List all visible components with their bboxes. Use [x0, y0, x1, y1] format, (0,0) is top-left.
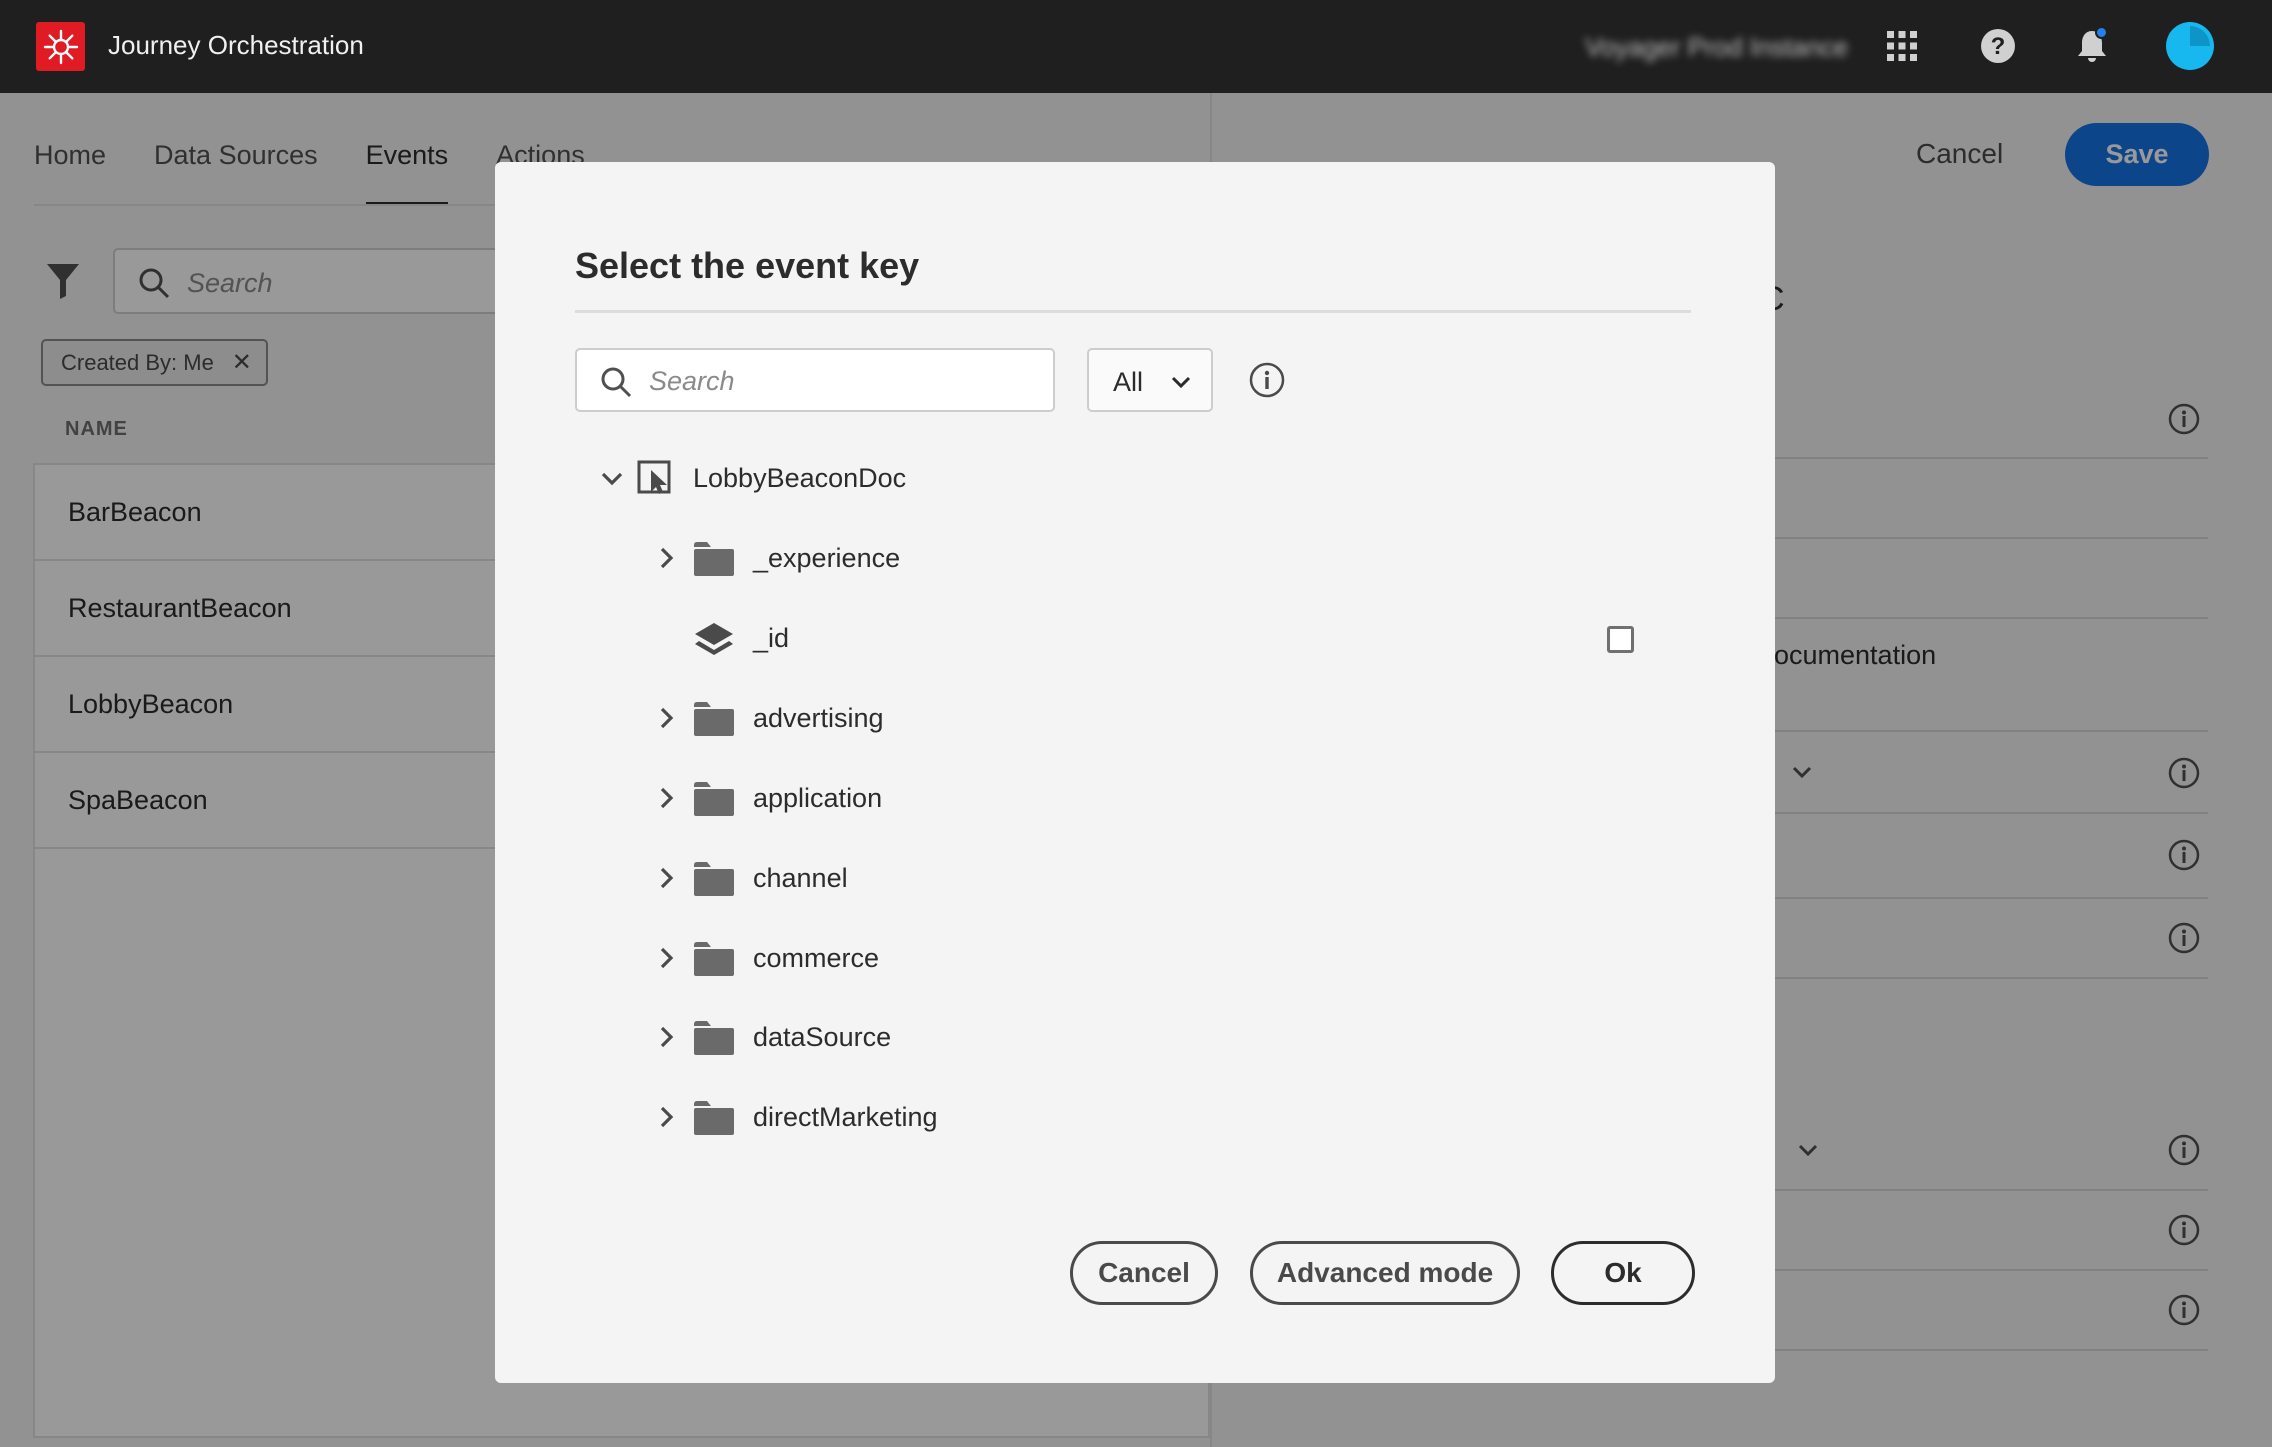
tree-node-label: advertising	[753, 702, 884, 733]
search-icon	[599, 365, 633, 404]
folder-icon	[693, 701, 735, 736]
tree-node[interactable]: commerce	[655, 928, 879, 988]
tree-node[interactable]: channel	[655, 848, 848, 908]
tree-node-label: commerce	[753, 942, 880, 973]
field-search-input[interactable]: Search	[575, 348, 1055, 412]
app-title: Journey Orchestration	[108, 30, 364, 60]
tree-node-label: channel	[753, 862, 848, 893]
advanced-mode-button[interactable]: Advanced mode	[1250, 1241, 1520, 1305]
folder-icon	[693, 941, 735, 976]
info-icon[interactable]	[1249, 362, 1285, 403]
chevron-down-icon	[1169, 370, 1193, 399]
field-filter-dropdown[interactable]: All	[1087, 348, 1213, 412]
folder-icon	[693, 1020, 735, 1055]
svg-text:?: ?	[1991, 33, 2006, 60]
tree-node[interactable]: directMarketing	[655, 1087, 938, 1147]
bell-icon[interactable]	[2068, 22, 2116, 70]
tree-node-label: directMarketing	[753, 1101, 938, 1132]
chevron-right-icon[interactable]	[655, 785, 681, 811]
tree-node[interactable]: dataSource	[655, 1007, 891, 1067]
tree-root[interactable]: LobbyBeaconDoc	[599, 448, 906, 508]
help-icon[interactable]: ?	[1974, 22, 2022, 70]
chevron-right-icon[interactable]	[655, 1104, 681, 1130]
avatar[interactable]	[2166, 22, 2214, 70]
folder-icon	[693, 781, 735, 816]
tree-leaf-field[interactable]: _id	[693, 608, 789, 668]
chevron-right-icon[interactable]	[655, 865, 681, 891]
tree-node-label: _id	[753, 622, 790, 653]
dialog-divider	[575, 310, 1691, 313]
tree-node-label: LobbyBeaconDoc	[693, 462, 907, 493]
tree-node[interactable]: application	[655, 768, 882, 828]
instance-name[interactable]: Voyager Prod Instance	[1585, 32, 1848, 63]
cancel-button[interactable]: Cancel	[1070, 1241, 1218, 1305]
chevron-right-icon[interactable]	[655, 545, 681, 571]
tree-node-label: application	[753, 782, 883, 813]
top-bar: Journey Orchestration Voyager Prod Insta…	[0, 0, 2272, 93]
schema-document-icon	[637, 460, 677, 496]
search-placeholder: Search	[649, 366, 735, 396]
tree-node-label: dataSource	[753, 1021, 892, 1052]
adobe-logo-icon[interactable]	[36, 22, 85, 71]
field-layers-icon	[693, 621, 735, 655]
app-grid-icon[interactable]	[1878, 22, 1926, 70]
chevron-right-icon[interactable]	[655, 705, 681, 731]
dropdown-value: All	[1113, 367, 1144, 397]
notification-dot	[2095, 26, 2108, 39]
dialog-title: Select the event key	[575, 245, 920, 286]
chevron-right-icon[interactable]	[655, 945, 681, 971]
ok-button[interactable]: Ok	[1551, 1241, 1695, 1305]
folder-icon	[693, 861, 735, 896]
tree-node-label: _experience	[753, 542, 901, 573]
select-field-checkbox[interactable]	[1607, 626, 1634, 653]
chevron-down-icon[interactable]	[599, 465, 629, 491]
folder-icon	[693, 541, 735, 576]
select-event-key-dialog: Select the event key Search All LobbyBea…	[495, 162, 1775, 1383]
tree-node[interactable]: _experience	[655, 528, 900, 588]
folder-icon	[693, 1100, 735, 1135]
chevron-right-icon[interactable]	[655, 1024, 681, 1050]
tree-node[interactable]: advertising	[655, 688, 884, 748]
